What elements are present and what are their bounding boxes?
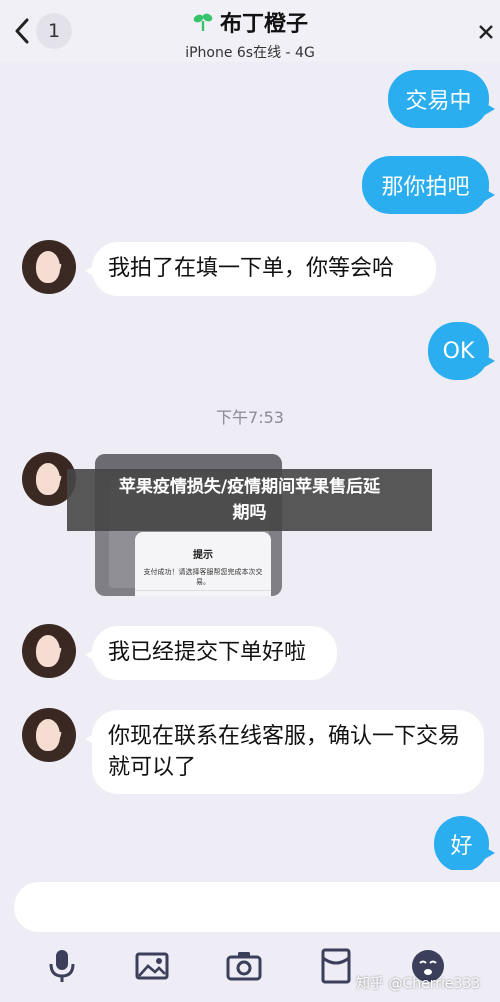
contact-info[interactable]: 布丁橙子 iPhone 6s在线 - 4G — [150, 6, 350, 62]
dialog-message: 支付成功！请选择客服帮您完成本次交易。 — [143, 568, 263, 586]
online-status: iPhone 6s在线 - 4G — [185, 45, 315, 61]
overlay-line-1: 苹果疫情损失/疫情期间苹果售后延 — [118, 477, 381, 497]
chat-header: 1 布丁橙子 iPhone 6s在线 - 4G — [0, 0, 500, 62]
watermark: 知乎 @Cherrie333 — [356, 976, 481, 992]
message-in[interactable]: 你现在联系在线客服，确认一下交易就可以了 — [85, 710, 484, 794]
message-input[interactable] — [14, 882, 500, 932]
mic-icon[interactable] — [42, 946, 82, 986]
overlay-line-2: 期吗 — [232, 503, 267, 523]
message-out[interactable]: 交易中 — [388, 70, 495, 128]
dialog-ok-button: 好 — [135, 590, 271, 596]
message-out[interactable]: 那你拍吧 — [362, 156, 495, 214]
message-in[interactable]: 我拍了在填一下单，你等会哈 — [85, 242, 436, 296]
dialog-title: 提示 — [193, 550, 213, 561]
avatar[interactable] — [22, 624, 76, 678]
unread-count-badge: 1 — [36, 13, 72, 49]
sprout-icon — [193, 13, 213, 31]
alert-dialog: 提示 支付成功！请选择客服帮您完成本次交易。 好 — [135, 532, 271, 596]
close-icon[interactable] — [476, 22, 496, 42]
red-packet-icon[interactable] — [316, 946, 356, 986]
image-icon[interactable] — [132, 946, 172, 986]
message-timestamp: 下午7:53 — [216, 408, 284, 427]
chevron-left-icon — [15, 18, 29, 44]
article-title-overlay: 苹果疫情损失/疫情期间苹果售后延 期吗 — [67, 469, 432, 531]
message-out[interactable]: 好 — [434, 816, 495, 872]
avatar[interactable] — [22, 708, 76, 762]
message-in[interactable]: 我已经提交下单好啦 — [85, 626, 337, 680]
back-button[interactable]: 1 — [14, 10, 78, 52]
contact-name: 布丁橙子 — [219, 12, 308, 37]
camera-icon[interactable] — [224, 946, 264, 986]
avatar[interactable] — [22, 240, 76, 294]
message-out[interactable]: OK — [428, 322, 495, 380]
